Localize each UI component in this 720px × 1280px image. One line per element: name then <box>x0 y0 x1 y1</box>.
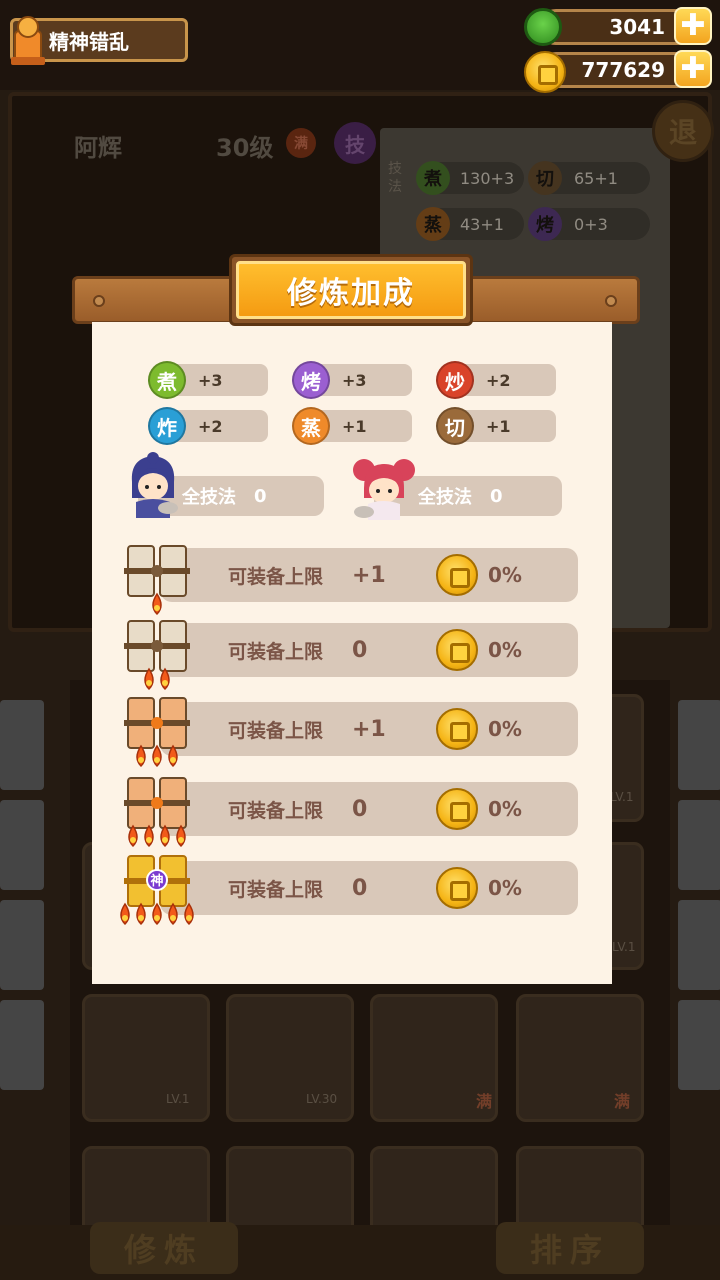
modal-title: 修炼加成 <box>236 261 466 319</box>
boil-skill-icon: 煮 <box>148 361 186 399</box>
skill-bonus-value: +3 <box>342 370 367 390</box>
coin-count: 777629 <box>581 58 666 82</box>
player-title-badge[interactable]: 精神错乱 <box>10 16 188 65</box>
skill-bonus-value: +1 <box>342 416 367 436</box>
coin-icon <box>436 788 478 830</box>
gem-icon <box>524 8 562 46</box>
male-chef-avatar-icon <box>131 452 178 518</box>
stirfry-skill-icon: 炒 <box>436 361 474 399</box>
fry-skill-icon: 炸 <box>148 407 186 445</box>
coin-icon <box>436 629 478 671</box>
coin-icon <box>436 708 478 750</box>
player-title-text: 精神错乱 <box>49 29 129 54</box>
recipe-scroll-icon <box>124 697 190 768</box>
recipe-scroll-icon <box>124 777 190 848</box>
add-gems-button[interactable]: ✚ <box>674 7 712 45</box>
female-chef-avatar-icon <box>353 459 415 520</box>
tier-percent: 0% <box>488 876 522 900</box>
coin-icon <box>436 867 478 909</box>
tier-value: 0 <box>352 875 368 901</box>
all-skill-label: 全技法 <box>418 487 472 508</box>
recipe-scroll-icon <box>124 620 190 691</box>
tier-value: +1 <box>352 716 386 742</box>
tier-percent: 0% <box>488 717 522 741</box>
gem-count: 3041 <box>609 15 665 39</box>
all-skill-label: 全技法 <box>182 487 236 508</box>
all-skill-value: 0 <box>254 485 267 507</box>
tier-percent: 0% <box>488 563 522 587</box>
tier-value: 0 <box>352 637 368 663</box>
chef-hat-icon <box>11 16 45 65</box>
skill-bonus-value: +2 <box>486 370 511 390</box>
all-skill-value: 0 <box>490 485 503 507</box>
tier-percent: 0% <box>488 638 522 662</box>
divine-badge-label: 神 <box>150 873 163 889</box>
roast-skill-icon: 烤 <box>292 361 330 399</box>
skill-bonus-value: +2 <box>198 416 223 436</box>
tier-value: +1 <box>352 562 386 588</box>
add-coins-button[interactable]: ✚ <box>674 50 712 88</box>
skill-bonus-value: +3 <box>198 370 223 390</box>
cut-skill-icon: 切 <box>436 407 474 445</box>
tier-value: 0 <box>352 796 368 822</box>
divine-recipe-scroll-icon: 神 <box>120 855 194 926</box>
skill-bonus-value: +1 <box>486 416 511 436</box>
tier-percent: 0% <box>488 797 522 821</box>
recipe-scroll-icon <box>124 545 190 616</box>
steam-skill-icon: 蒸 <box>292 407 330 445</box>
coin-icon <box>436 554 478 596</box>
coin-icon <box>524 51 566 93</box>
